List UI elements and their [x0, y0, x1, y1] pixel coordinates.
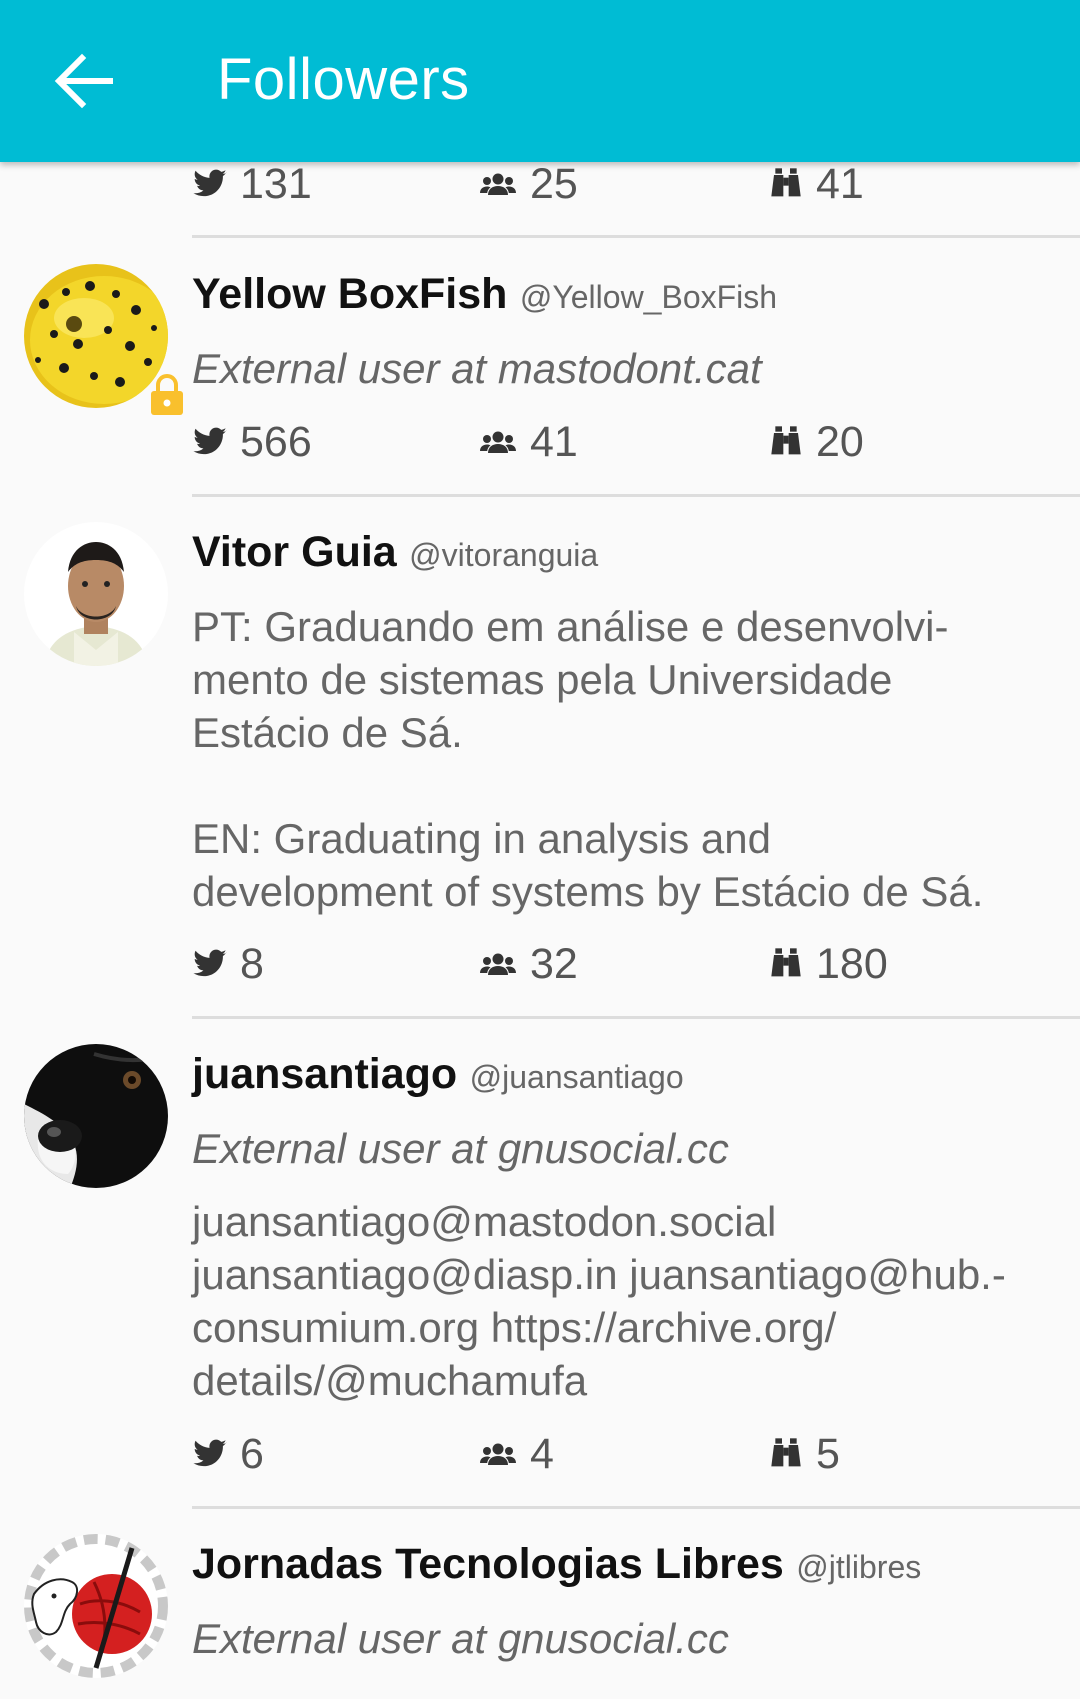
- bio-line: mento de sistemas pela Universidade: [192, 656, 893, 703]
- stats-row: 566 41 20: [192, 418, 1062, 470]
- username: @juansantiago: [469, 1059, 684, 1095]
- bird-icon: [192, 424, 228, 460]
- bio: PT: Graduando em análise e desenvolvi- m…: [192, 600, 1062, 918]
- display-name[interactable]: Vitor Guia: [192, 528, 397, 576]
- app-bar: Followers: [0, 0, 1080, 162]
- bio-line: consumium.org https://archive.org/: [192, 1304, 837, 1351]
- bio-line: EN: Graduating in analysis and: [192, 815, 771, 862]
- binoculars-icon: [770, 424, 802, 458]
- name-line: juansantiago @juansantiago: [192, 1050, 1062, 1099]
- bird-icon: [192, 166, 228, 202]
- divider: [192, 1016, 1080, 1019]
- bio-text: External user at gnusocial.cc: [192, 1615, 729, 1662]
- user-info: Yellow BoxFish @Yellow_BoxFish: [192, 270, 1062, 319]
- binoculars-icon: [770, 166, 802, 200]
- avatar-juansantiago[interactable]: [24, 1044, 168, 1188]
- bird-icon: [192, 1436, 228, 1472]
- avatar-yellow-boxfish[interactable]: [24, 264, 168, 408]
- arrow-left-icon: [54, 53, 113, 109]
- stats-row: 131 25 41: [192, 160, 1062, 212]
- bio-text: External user at gnusocial.cc: [192, 1125, 729, 1172]
- bio-line: juansantiago@diasp.in juansantiago@hub.-: [192, 1251, 1006, 1298]
- bio-line: PT: Graduando em análise e desenvolvi-: [192, 603, 949, 650]
- group-icon: [480, 428, 516, 456]
- stats-row: 8 32 180: [192, 940, 1062, 992]
- group-icon: [480, 950, 516, 978]
- user-info: Vitor Guia @vitoranguia: [192, 528, 1062, 577]
- back-button[interactable]: [52, 52, 116, 110]
- username: @jtlibres: [796, 1549, 922, 1585]
- name-line: Jornadas Tecnologias Libres @jtlibres: [192, 1540, 1062, 1589]
- divider: [192, 1506, 1080, 1509]
- divider: [192, 235, 1080, 238]
- binoculars-icon: [770, 1436, 802, 1470]
- user-info: Jornadas Tecnologias Libres @jtlibres: [192, 1540, 1062, 1589]
- lock-icon: [151, 374, 183, 415]
- divider: [192, 494, 1080, 497]
- name-line: Vitor Guia @vitoranguia: [192, 528, 1062, 577]
- name-line: Yellow BoxFish @Yellow_BoxFish: [192, 270, 1062, 319]
- bio-line: Estácio de Sá.: [192, 709, 463, 756]
- avatar-jornadas-tecnologias-libres[interactable]: [24, 1534, 168, 1678]
- bio-line: juansantiago@mastodon.social: [192, 1198, 777, 1245]
- bio-text: External user at mastodont.cat: [192, 345, 762, 392]
- display-name[interactable]: juansantiago: [192, 1050, 457, 1098]
- username: @Yellow_BoxFish: [519, 279, 778, 315]
- display-name[interactable]: Jornadas Tecnologias Libres: [192, 1540, 784, 1588]
- username: @vitoranguia: [409, 537, 599, 573]
- group-icon: [480, 170, 516, 198]
- avatar-vitor-guia[interactable]: [24, 522, 168, 666]
- bio-line: development of systems by Estácio de Sá.: [192, 868, 984, 915]
- bio: External user at mastodont.cat: [192, 342, 1062, 395]
- page-title: Followers: [217, 47, 470, 112]
- bio-line: details/@muchamufa: [192, 1357, 588, 1404]
- group-icon: [480, 1440, 516, 1468]
- binoculars-icon: [770, 946, 802, 980]
- stats-row: 6 4 5: [192, 1430, 1062, 1482]
- display-name[interactable]: Yellow BoxFish: [192, 270, 507, 318]
- bio: External user at gnusocial.cc: [192, 1612, 1062, 1665]
- bio: External user at gnusocial.cc juansantia…: [192, 1122, 1062, 1407]
- user-info: juansantiago @juansantiago: [192, 1050, 1062, 1099]
- bird-icon: [192, 946, 228, 982]
